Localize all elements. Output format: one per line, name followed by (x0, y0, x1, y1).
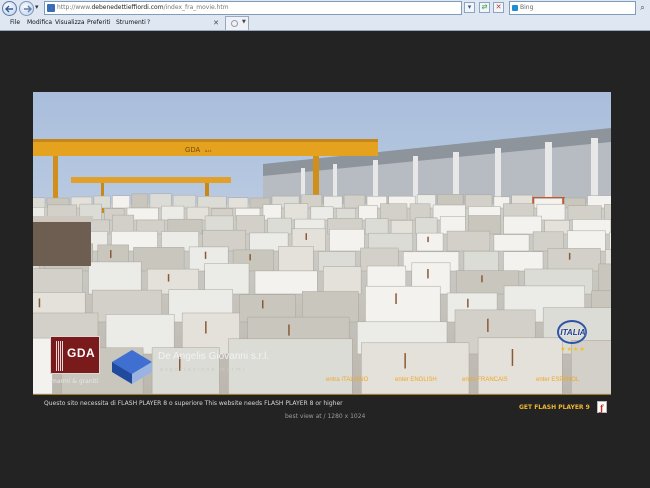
gda-logo[interactable]: GDA marmi & graniti (50, 336, 100, 387)
gda-logo-text: GDA (67, 346, 96, 360)
search-placeholder: Bing (520, 4, 534, 11)
browser-chrome: ▾ http://www.debenedettieffiordi.com/ind… (0, 0, 650, 31)
back-arrow-icon (5, 5, 13, 13)
best-view-note: best view at / 1280 x 1024 (285, 413, 366, 420)
gda-tagline: marmi & graniti (51, 378, 99, 385)
company-name: De Angelis Giovanni s.r.l. (158, 351, 270, 362)
compatibility-icon[interactable]: ⇄ (479, 2, 490, 13)
divider-line (33, 394, 611, 395)
crane-label-suffix: s.r.l. (205, 148, 212, 153)
forward-button[interactable] (19, 1, 34, 16)
link-espanol[interactable]: enter ESPANOL (536, 377, 579, 383)
link-italiano[interactable]: entra ITALIANO (326, 377, 368, 383)
menu-visualizza[interactable]: Visualizza (55, 19, 85, 26)
close-tab-icon[interactable]: ✕ (210, 17, 222, 29)
menu-modifica[interactable]: Modifica (27, 19, 52, 26)
search-input[interactable]: Bing (509, 1, 636, 15)
flash-player-icon[interactable]: ƒ (597, 401, 607, 413)
company-tagline: esportazione marmi (160, 367, 247, 373)
page-icon (47, 4, 55, 12)
history-dropdown-icon[interactable]: ▾ (35, 3, 39, 11)
menu-preferiti[interactable]: Preferiti (87, 19, 111, 26)
address-bar[interactable]: http://www.debenedettieffiordi.com/index… (44, 1, 462, 15)
cube-logo-icon (112, 350, 152, 384)
chevron-down-icon: ▼ (242, 19, 246, 25)
crane-label: GDA (185, 147, 201, 154)
tab-new[interactable]: ▼ (225, 16, 249, 30)
menu-help[interactable]: ? (147, 19, 150, 26)
address-dropdown-icon[interactable]: ▾ (464, 2, 475, 13)
gda-stripes-icon (56, 341, 64, 371)
flash-requirement-notice: Questo sito necessita di FLASH PLAYER 8 … (44, 400, 343, 407)
url-path: /index_fra_movie.htm (163, 4, 229, 11)
menu-strumenti[interactable]: Strumenti (116, 19, 146, 26)
stop-icon[interactable]: ✕ (493, 2, 504, 13)
get-flash-link[interactable]: GET FLASH PLAYER 9 (519, 404, 590, 411)
loading-icon (231, 20, 238, 27)
link-francais[interactable]: entre FRANCAIS (462, 377, 508, 383)
gda-logo-box: GDA (50, 336, 100, 374)
url-prefix: http://www. (57, 4, 92, 11)
badge-stars-icon: ★★★★ (560, 346, 586, 353)
menu-file[interactable]: File (10, 19, 20, 26)
italia-badge: ITALIA ★★★★ (553, 320, 593, 358)
forward-arrow-icon (24, 5, 32, 13)
badge-word: ITALIA (560, 328, 586, 337)
menu-bar: File Modifica Visualizza Preferiti Strum… (0, 17, 650, 31)
search-icon[interactable]: ⌕ (637, 2, 648, 14)
url-domain: debenedettieffiordi.com (91, 4, 164, 11)
back-button[interactable] (2, 1, 17, 16)
bing-icon (512, 5, 518, 11)
link-english[interactable]: enter ENGLISH (395, 377, 437, 383)
